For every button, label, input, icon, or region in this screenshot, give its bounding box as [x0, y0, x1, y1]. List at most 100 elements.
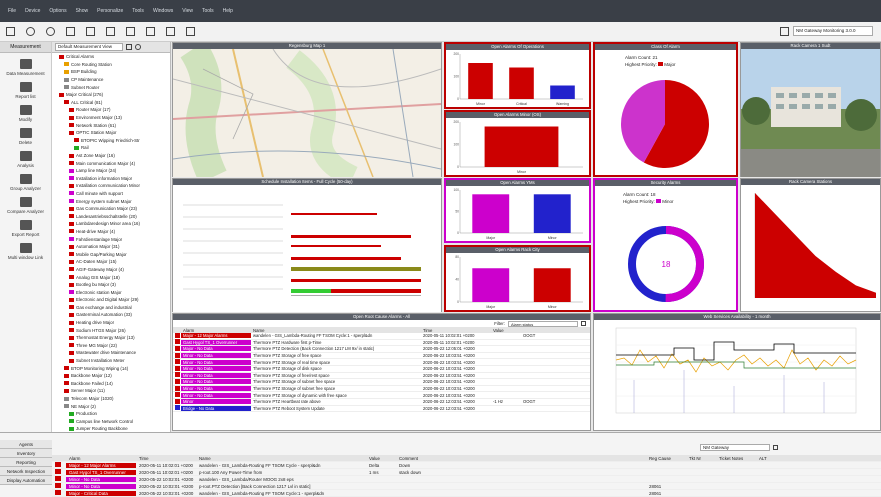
tree-filter-select[interactable]: Default Measurement View — [55, 43, 123, 51]
column-header[interactable]: Name — [251, 328, 421, 333]
tree-node[interactable]: Telecom Major (1020) — [52, 395, 170, 403]
tree-node[interactable]: Critical Alarms — [52, 53, 170, 61]
table-row[interactable]: Minor - No Data Thermore PTZ Storage of r… — [173, 359, 590, 366]
bottom-column-header[interactable]: Time — [136, 456, 196, 461]
refresh-icon[interactable] — [135, 44, 141, 50]
tree-node[interactable]: Three MG Major (22) — [52, 342, 170, 350]
tree-node[interactable]: Backbone Major (12) — [52, 372, 170, 380]
bar[interactable] — [484, 126, 559, 168]
tree-node[interactable]: Production — [52, 410, 170, 418]
nav-item-0[interactable]: Agents — [0, 440, 52, 449]
camera-image[interactable] — [741, 49, 880, 177]
tree-node[interactable]: Installation communication Minor — [52, 182, 170, 190]
tree-node[interactable]: Fahrdienstanlage Major — [52, 235, 170, 243]
action-button-0[interactable]: Data Measurement — [0, 59, 51, 76]
gantt-chart[interactable] — [173, 185, 441, 312]
tree-node[interactable]: NE Major (2) — [52, 402, 170, 410]
bottom-table-row[interactable]: Major - Critical Data 2020-05-22 10:02:01… — [52, 490, 881, 497]
menu-item-4[interactable]: Personalize — [97, 8, 123, 14]
action-button-7[interactable]: Export Report — [0, 220, 51, 237]
table-row[interactable]: Minor - No Data Thermore PTZ Storage of d… — [173, 392, 590, 399]
tree-node[interactable]: BTOPIC Wipping Friedrich-Str — [52, 137, 170, 145]
tree-node[interactable]: Main communication Major (4) — [52, 159, 170, 167]
action-button-4[interactable]: Analysis — [0, 151, 51, 168]
tree-node[interactable]: Installation information Major — [52, 175, 170, 183]
bottom-table-row[interactable]: Minor - No Data 2020-05-22 10:02:01 +0200… — [52, 476, 881, 483]
tree-node[interactable]: AC-Daten Major (15) — [52, 258, 170, 266]
menu-item-5[interactable]: Tools — [132, 8, 144, 14]
table-row[interactable]: Minor - No Data Thermore PTZ Storage of f… — [173, 372, 590, 380]
bottom-column-header[interactable]: Tkt Nr — [686, 456, 716, 461]
bar[interactable] — [533, 268, 571, 302]
tree-node[interactable]: Electronic station Major — [52, 288, 170, 296]
tree-node[interactable]: Lambdaredesign Minor area (16) — [52, 220, 170, 228]
table-row[interactable]: Minor Thermore PTZ Heartbeat rate above 20… — [173, 398, 590, 406]
bottom-column-header[interactable]: ALT — [756, 456, 776, 461]
tree-node[interactable]: OPTIC Station Major — [52, 129, 170, 137]
column-header[interactable]: Time — [421, 328, 491, 333]
bottom-table-row[interactable]: Major - 12 Major Alarms 2020-05-11 10:02:… — [52, 462, 881, 469]
tree-node[interactable]: Campus line Network Control — [52, 418, 170, 426]
tree-node[interactable]: Server Major (11) — [52, 387, 170, 395]
tree-node[interactable]: Heat-drive Major (4) — [52, 228, 170, 236]
action-button-5[interactable]: Group Analyzer — [0, 174, 51, 191]
bar-chart-operations[interactable]: Minor Critical Warning 0 100 200 — [446, 50, 589, 107]
table-row[interactable]: Major - 12 Major Alarms wandelen - GIS_La… — [173, 332, 590, 340]
tree-node[interactable]: Energy system subnet Major — [52, 197, 170, 205]
filter-icon[interactable] — [126, 44, 132, 50]
menu-item-3[interactable]: Show — [76, 8, 89, 14]
nav-item-3[interactable]: Network Inspection — [0, 467, 52, 476]
table-row[interactable]: Minor - No Data Thermore PTZ Storage of f… — [173, 352, 590, 360]
bar[interactable] — [550, 85, 575, 100]
tree-node[interactable]: ALL Critical (81) — [52, 99, 170, 107]
column-header[interactable]: Value — [491, 328, 521, 333]
tree-node[interactable]: Jumper Routing Backbone — [52, 425, 170, 432]
menu-item-8[interactable]: Tools — [202, 8, 214, 14]
action-button-6[interactable]: Compare Analyzer — [0, 197, 51, 214]
layout-icon[interactable] — [86, 27, 95, 36]
tree-node[interactable]: Call minute with support — [52, 190, 170, 198]
nav-item-1[interactable]: Inventory — [0, 449, 52, 458]
tree-node[interactable]: Thermostat Energy Major (13) — [52, 334, 170, 342]
menu-item-7[interactable]: View — [182, 8, 193, 14]
table-row[interactable]: Bridge - No Data Thermore PTZ Reboot Syst… — [173, 405, 590, 413]
city-map[interactable] — [173, 49, 441, 177]
bar-chart-rackcity[interactable]: Major Minor 0 40 80 — [446, 253, 589, 310]
menu-item-9[interactable]: Help — [223, 8, 233, 14]
menu-item-0[interactable]: File — [8, 8, 16, 14]
new-icon[interactable] — [6, 27, 15, 36]
area-series[interactable] — [755, 193, 876, 298]
tree-node[interactable]: Router Major (17) — [52, 106, 170, 114]
table-row[interactable]: Gast Hygol TS_1 Overrunner Thermore PTZ H… — [173, 339, 590, 347]
filter-funnel-icon[interactable] — [581, 321, 586, 326]
export-icon[interactable] — [186, 27, 195, 36]
bar[interactable] — [533, 194, 571, 233]
tree-node[interactable]: Core Routing Station — [52, 61, 170, 69]
table-row[interactable]: Minor - No Data Thermore PTZ Storage of d… — [173, 365, 590, 373]
bar-chart-yms[interactable]: Major Minor 0 50 100 — [446, 186, 589, 241]
tree-node[interactable]: Network Station (61) — [52, 121, 170, 129]
tree-node[interactable]: Subnet Installation Meter — [52, 357, 170, 365]
menu-item-1[interactable]: Device — [25, 8, 40, 14]
tree-node[interactable]: Mobile Gap/Parking Major — [52, 250, 170, 258]
tree-node[interactable]: Bootleg bu Major (3) — [52, 281, 170, 289]
bar[interactable] — [472, 268, 510, 302]
action-button-8[interactable]: Multi window Link — [0, 243, 51, 260]
table-icon[interactable] — [166, 27, 175, 36]
tree-node[interactable]: Automation Major (31) — [52, 243, 170, 251]
tree-node[interactable]: Analog GIS Major (18) — [52, 273, 170, 281]
tree-node[interactable]: Gas Communication Major (23) — [52, 205, 170, 213]
tree-node[interactable]: Sodium HTGS Major (26) — [52, 326, 170, 334]
table-row[interactable]: Major - No Data Thermore PTZ Detection (B… — [173, 345, 590, 353]
bottom-filter-select[interactable]: NM Gateway — [700, 444, 770, 451]
monitor-icon[interactable] — [780, 26, 789, 36]
bar[interactable] — [509, 67, 534, 100]
tree-node[interactable]: Gas exchange and industrial — [52, 304, 170, 312]
bottom-column-header[interactable]: Ticket Notes — [716, 456, 756, 461]
tree-node[interactable]: Heating drive Major — [52, 319, 170, 327]
bottom-table-row[interactable]: Minor - No Data 2020-05-22 10:02:01 +0200… — [52, 483, 881, 490]
bar-chart-minor[interactable]: Minor 0 100 200 — [446, 118, 589, 175]
tree-node[interactable]: Subnet Router — [52, 83, 170, 91]
bottom-column-header[interactable]: Name — [196, 456, 366, 461]
donut-chart-security[interactable]: 18 — [595, 186, 736, 312]
